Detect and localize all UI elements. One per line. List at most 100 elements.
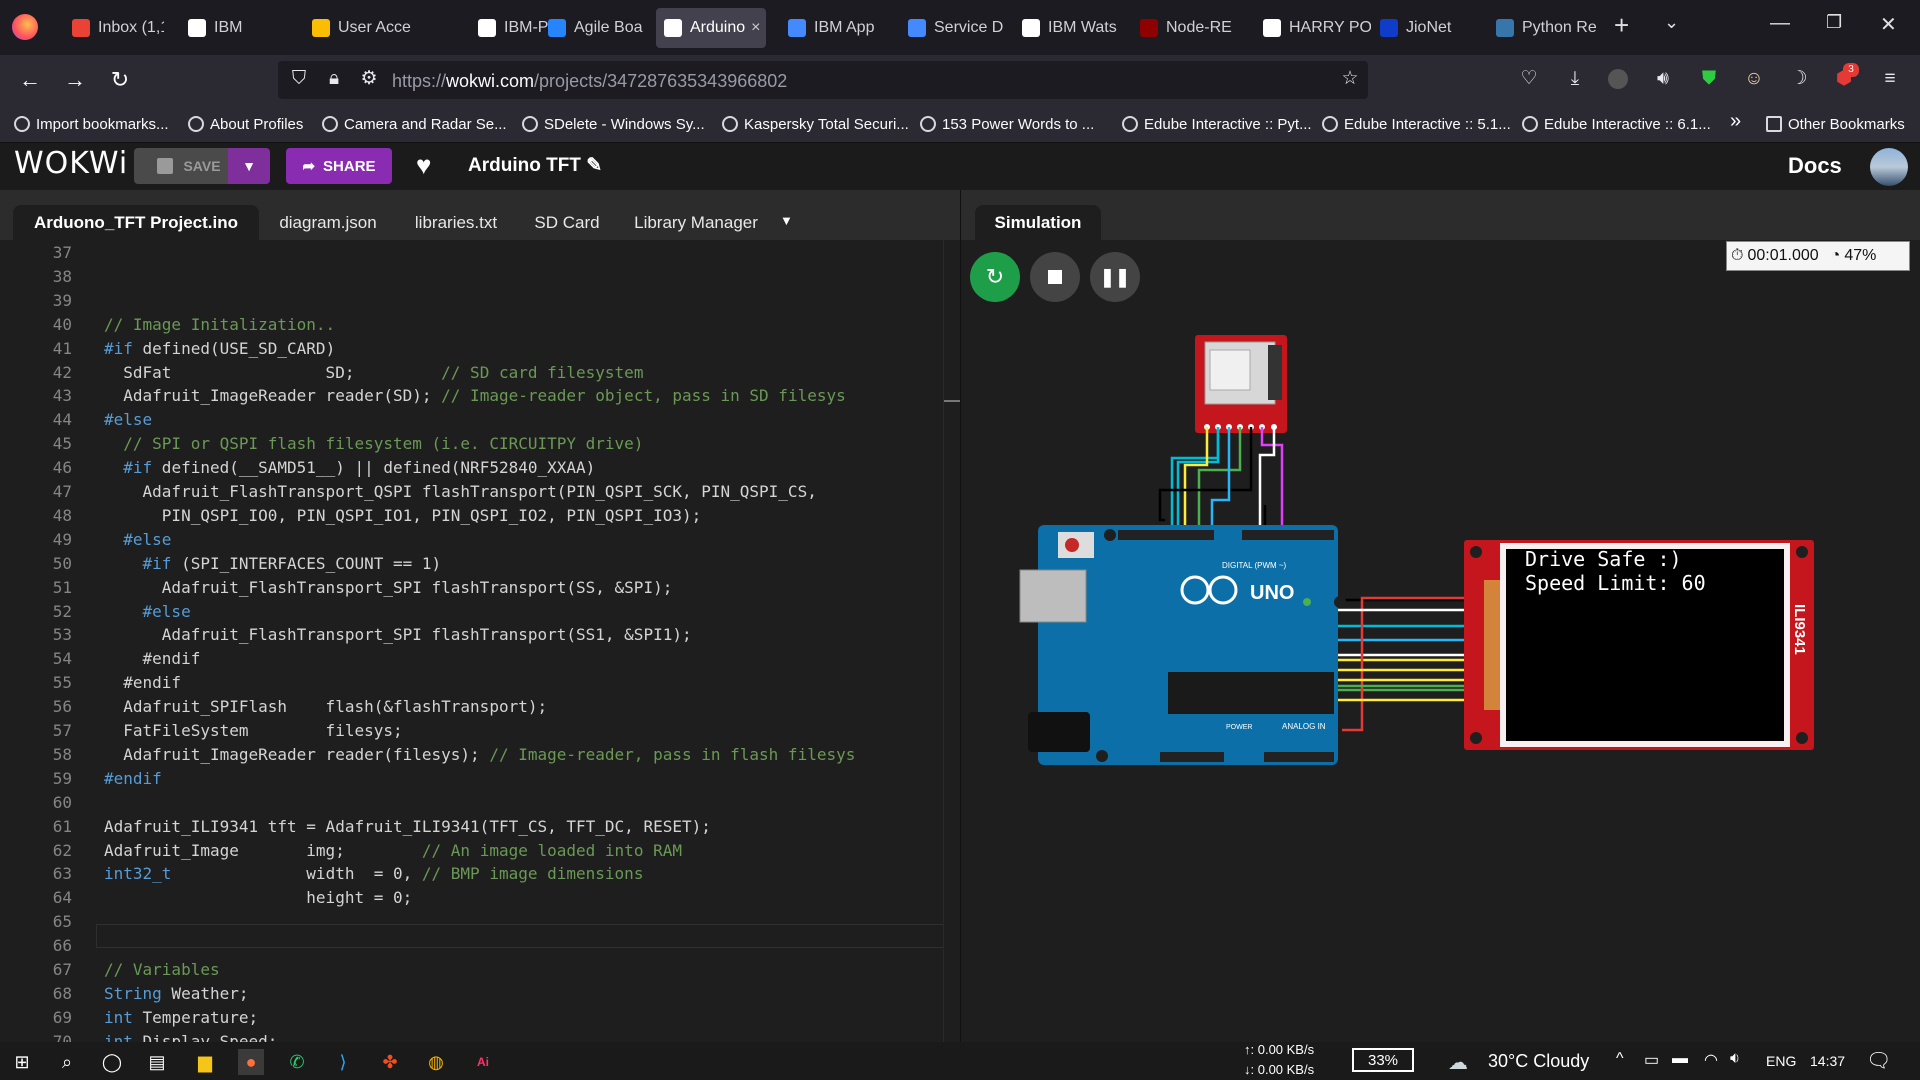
language-indicator[interactable]: ENG (1766, 1053, 1796, 1069)
code-line[interactable]: 52 #else (0, 600, 960, 624)
permissions-icon[interactable]: ⚙ (357, 67, 381, 91)
tab-project-ino[interactable]: Arduono_TFT Project.ino (13, 205, 259, 240)
tab-libraries-txt[interactable]: libraries.txt (402, 205, 510, 240)
clock[interactable]: 14:37 (1810, 1053, 1845, 1069)
code-line[interactable]: 58 Adafruit_ImageReader reader(filesys);… (0, 743, 960, 767)
code-line[interactable]: 53 Adafruit_FlashTransport_SPI flashTran… (0, 623, 960, 647)
notifications-icon[interactable]: 🗨︎ (1866, 1048, 1891, 1073)
code-line[interactable]: 69 int Temperature; (0, 1006, 960, 1030)
restore-icon[interactable]: ❐ (1826, 12, 1842, 33)
bookmark-item[interactable]: Edube Interactive :: 5.1... (1322, 113, 1511, 135)
list-tabs-icon[interactable]: ⌄ (1664, 12, 1679, 33)
forward-icon[interactable]: → (62, 67, 88, 93)
bookmark-item[interactable]: Edube Interactive :: 6.1... (1522, 113, 1711, 135)
bookmark-item[interactable]: Kaspersky Total Securi... (722, 113, 909, 135)
code-line[interactable]: 60 (0, 791, 960, 815)
save-dropdown-button[interactable]: ▼ (228, 148, 270, 184)
chrome-icon[interactable]: ◍ (423, 1049, 449, 1075)
reload-icon[interactable]: ↻ (107, 67, 133, 93)
file-explorer-icon[interactable]: ▆ (192, 1049, 218, 1075)
browser-tab[interactable]: Agile Boa (540, 8, 646, 48)
code-line[interactable]: 50 #if (SPI_INTERFACES_COUNT == 1) (0, 552, 960, 576)
downloads-icon[interactable]: ⤓ (1563, 67, 1587, 91)
browser-tab[interactable]: IBM (180, 8, 276, 48)
bookmark-star-icon[interactable]: ☆ (1338, 67, 1362, 91)
code-line[interactable]: 63 int32_t width = 0, // BMP image dimens… (0, 862, 960, 886)
code-line[interactable]: 65 (0, 910, 960, 934)
tab-simulation[interactable]: Simulation (975, 205, 1101, 240)
lock-icon[interactable]: 🔒︎ (322, 67, 346, 91)
more-bookmarks-icon[interactable]: » (1730, 110, 1741, 133)
code-line[interactable]: 49 #else (0, 528, 960, 552)
code-line[interactable]: 46 #if defined(__SAMD51__) || defined(NR… (0, 456, 960, 480)
wokwi-logo[interactable]: WOKWi (14, 146, 128, 181)
bookmark-item[interactable]: Edube Interactive :: Pyt... (1122, 113, 1312, 135)
code-line[interactable]: 47 Adafruit_FlashTransport_QSPI flashTra… (0, 480, 960, 504)
docs-link[interactable]: Docs (1788, 153, 1842, 179)
tabs-overflow-chevron-icon[interactable]: ▼ (780, 213, 793, 228)
code-line[interactable]: 56 Adafruit_SPIFlash flash(&flashTranspo… (0, 695, 960, 719)
speaker-extension-icon[interactable]: 🔊︎ (1651, 67, 1675, 91)
dark-reader-icon[interactable]: ☽ (1787, 67, 1811, 91)
minimize-icon[interactable]: — (1770, 12, 1790, 35)
whatsapp-icon[interactable]: ✆ (284, 1049, 310, 1075)
share-button[interactable]: ➦ SHARE (286, 148, 392, 184)
back-icon[interactable]: ← (17, 67, 43, 93)
bookmark-item[interactable]: Camera and Radar Se... (322, 113, 507, 135)
browser-tab[interactable]: IBM Wats (1014, 8, 1120, 48)
code-line[interactable]: 59 #endif (0, 767, 960, 791)
shield-icon[interactable]: ⛉ (287, 67, 311, 91)
code-line[interactable]: 48 PIN_QSPI_IO0, PIN_QSPI_IO1, PIN_QSPI_… (0, 504, 960, 528)
code-line[interactable]: 55 #endif (0, 671, 960, 695)
firefox-menu-icon[interactable] (12, 14, 38, 40)
close-tab-icon[interactable]: × (751, 19, 760, 37)
new-tab-icon[interactable]: + (1614, 10, 1629, 41)
weather-widget[interactable]: 30°C Cloudy (1488, 1051, 1589, 1072)
sd-card-module[interactable] (1195, 335, 1287, 433)
code-line[interactable]: 45 // SPI or QSPI flash filesystem (i.e.… (0, 432, 960, 456)
bookmark-item[interactable]: Other Bookmarks (1766, 113, 1905, 135)
editor-scrollbar[interactable] (943, 240, 960, 1042)
tab-diagram-json[interactable]: diagram.json (268, 205, 388, 240)
browser-tab[interactable]: IBM App (780, 8, 890, 48)
battery-tray-icon[interactable]: ▬ (1672, 1050, 1688, 1068)
code-line[interactable]: 66 (0, 934, 960, 958)
code-line[interactable]: 61 Adafruit_ILI9341 tft = Adafruit_ILI934… (0, 815, 960, 839)
code-line[interactable]: 54 #endif (0, 647, 960, 671)
browser-tab[interactable]: User Acce (304, 8, 424, 48)
avatar-extension-icon[interactable]: ☺ (1742, 67, 1766, 91)
tab-sd-card[interactable]: SD Card (522, 205, 612, 240)
browser-tab[interactable]: Python Re (1488, 8, 1618, 48)
tab-library-manager[interactable]: Library Manager (626, 205, 766, 240)
firefox-taskbar-icon[interactable]: ● (238, 1049, 264, 1075)
code-line[interactable]: 40 // Image Initalization.. (0, 313, 960, 337)
browser-tab[interactable]: JioNet (1372, 8, 1476, 48)
bookmark-item[interactable]: Import bookmarks... (14, 113, 169, 135)
meet-now-icon[interactable]: ▭ (1644, 1050, 1659, 1070)
code-line[interactable]: 37 (0, 241, 960, 265)
edit-pencil-icon[interactable]: ✎ (586, 155, 602, 176)
volume-icon[interactable]: 🔉︎ (1730, 1050, 1740, 1068)
battery-indicator[interactable]: 33% (1352, 1048, 1414, 1072)
browser-tab[interactable]: Service D (900, 8, 1004, 48)
code-line[interactable]: 43 Adafruit_ImageReader reader(SD); // I… (0, 384, 960, 408)
adblock-shield-icon[interactable]: ⛊ (1697, 67, 1721, 91)
bookmark-item[interactable]: SDelete - Windows Sy... (522, 113, 705, 135)
code-line[interactable]: 68 String Weather; (0, 982, 960, 1006)
code-line[interactable]: 57 FatFileSystem filesys; (0, 719, 960, 743)
browser-tab[interactable]: HARRY POTTE (1255, 8, 1371, 48)
code-line[interactable]: 44 #else (0, 408, 960, 432)
bookmark-item[interactable]: About Profiles (188, 113, 303, 135)
app-menu-icon[interactable]: ≡ (1878, 67, 1902, 91)
close-window-icon[interactable]: ✕ (1880, 12, 1897, 37)
code-line[interactable]: 41 #if defined(USE_SD_CARD) (0, 337, 960, 361)
wifi-icon[interactable]: ◠ (1704, 1050, 1718, 1070)
adobe-illustrator-icon[interactable]: Ai (470, 1049, 496, 1075)
figma-icon[interactable]: ✤ (377, 1049, 403, 1075)
search-icon[interactable]: ⌕ (54, 1049, 80, 1075)
browser-tab[interactable]: Inbox (1,1 (64, 8, 164, 48)
code-line[interactable]: 51 Adafruit_FlashTransport_SPI flashTran… (0, 576, 960, 600)
pocket-icon[interactable]: ♡ (1517, 67, 1541, 91)
windows-start-icon[interactable]: ⊞ (9, 1049, 35, 1075)
code-line[interactable]: 42 SdFat SD; // SD card filesystem (0, 361, 960, 385)
